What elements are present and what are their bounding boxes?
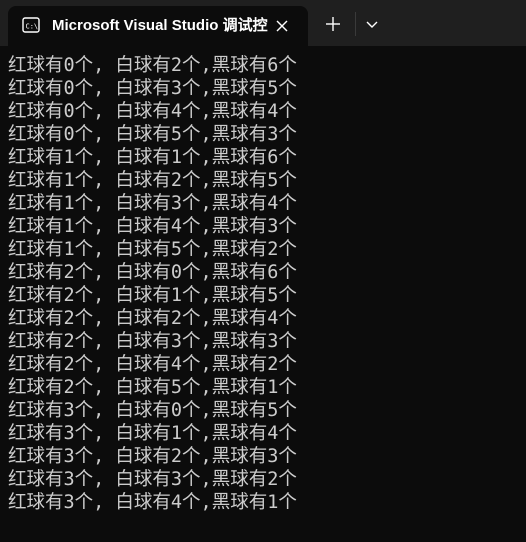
console-line: 红球有0个, 白球有4个,黑球有4个 [8,101,297,122]
console-line: 红球有1个, 白球有4个,黑球有3个 [8,216,297,237]
plus-icon[interactable] [322,13,344,35]
console-line: 红球有3个, 白球有1个,黑球有4个 [8,423,297,444]
console-output: 红球有0个, 白球有2个,黑球有6个 红球有0个, 白球有3个,黑球有5个 红球有0… [8,54,518,542]
console-line: 红球有3个, 白球有3个,黑球有2个 [8,469,297,490]
console-line: 红球有1个, 白球有2个,黑球有5个 [8,170,297,191]
console-line: 红球有2个, 白球有4个,黑球有2个 [8,354,297,375]
console-line: 红球有2个, 白球有3个,黑球有3个 [8,331,297,352]
console-line: 红球有1个, 白球有5个,黑球有2个 [8,239,297,260]
divider [355,12,356,36]
console-line: 红球有0个, 白球有3个,黑球有5个 [8,78,297,99]
terminal-window: C:\ Microsoft Visual Studio 调试控 红球有0个, 白… [0,0,526,542]
console-line: 红球有2个, 白球有0个,黑球有6个 [8,262,297,283]
console-line: 红球有0个, 白球有2个,黑球有6个 [8,55,297,76]
console-line: 红球有0个, 白球有5个,黑球有3个 [8,124,297,145]
title-bar: C:\ Microsoft Visual Studio 调试控 [0,0,526,46]
tab-title: Microsoft Visual Studio 调试控 [52,17,268,34]
console-line: 红球有2个, 白球有5个,黑球有1个 [8,377,297,398]
console-line: 红球有3个, 白球有0个,黑球有5个 [8,400,297,421]
console-line: 红球有3个, 白球有2个,黑球有3个 [8,446,297,467]
console-line: 红球有1个, 白球有3个,黑球有4个 [8,193,297,214]
tab-debug-console[interactable]: C:\ Microsoft Visual Studio 调试控 [8,6,308,46]
close-icon[interactable] [273,17,291,35]
console-line: 红球有2个, 白球有1个,黑球有5个 [8,285,297,306]
console-line: 红球有2个, 白球有2个,黑球有4个 [8,308,297,329]
terminal-icon: C:\ [22,17,40,33]
console-line: 红球有1个, 白球有1个,黑球有6个 [8,147,297,168]
svg-text:C:\: C:\ [26,23,39,31]
console-line: 红球有3个, 白球有4个,黑球有1个 [8,492,297,513]
chevron-down-icon[interactable] [362,14,382,34]
